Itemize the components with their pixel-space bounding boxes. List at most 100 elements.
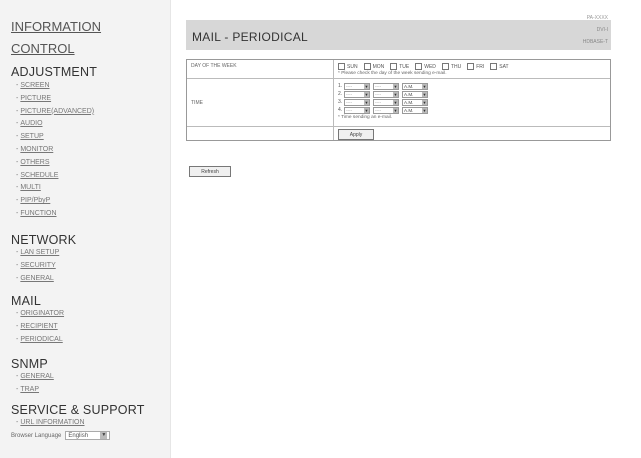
- list-bullet: -: [16, 158, 19, 166]
- list-bullet: -: [16, 184, 19, 192]
- day-checkbox-tue[interactable]: TUE: [390, 63, 409, 70]
- sidebar-item-label: URL INFORMATION: [20, 419, 85, 426]
- time-row: 4. ---- ▼ ---- ▼ A.M. ▼: [338, 106, 606, 114]
- time-row: 1. ---- ▼ ---- ▼ A.M. ▼: [338, 82, 606, 90]
- time-note: * Time sending an e-mail.: [338, 115, 393, 120]
- sidebar-item-monitor[interactable]: - MONITOR: [16, 146, 53, 153]
- select-value: ----: [346, 99, 353, 105]
- minute-select[interactable]: ---- ▼: [373, 106, 399, 114]
- day-checkbox-fri[interactable]: FRI: [467, 63, 484, 70]
- ampm-select[interactable]: A.M. ▼: [402, 98, 428, 106]
- list-bullet: -: [16, 249, 19, 256]
- day-note: * Please check the day of the week sendi…: [338, 71, 447, 76]
- list-bullet: -: [16, 146, 19, 153]
- day-of-week-label: DAY OF THE WEEK: [187, 60, 334, 78]
- sidebar-item-picture-advanced[interactable]: - PICTURE(ADVANCED): [16, 108, 94, 115]
- sidebar-item-label: PIP/PbyP: [20, 197, 51, 205]
- chevron-down-icon: ▼: [364, 91, 369, 97]
- sidebar-item-label: SETUP: [20, 133, 44, 141]
- sidebar-item-label: MULTI: [20, 184, 41, 192]
- select-value: ----: [375, 83, 382, 89]
- section-title-network: NETWORK: [11, 233, 77, 247]
- sidebar-link-control[interactable]: CONTROL: [11, 41, 75, 56]
- day-checkbox-mon[interactable]: MON: [363, 63, 385, 70]
- sidebar-item-others[interactable]: - OTHERS: [16, 159, 50, 166]
- sidebar-item-url-information[interactable]: - URL INFORMATION: [16, 419, 85, 426]
- day-checkbox-label: TUE: [399, 63, 410, 70]
- day-checkbox-label: MON: [372, 63, 385, 70]
- checkbox-icon: [415, 63, 423, 70]
- section-title-service: SERVICE & SUPPORT: [11, 403, 145, 417]
- table-row: Apply: [187, 127, 610, 140]
- sidebar-item-label: SCREEN: [20, 82, 50, 89]
- list-bullet: -: [16, 335, 19, 343]
- sidebar-item-security[interactable]: - SECURITY: [16, 262, 56, 269]
- sidebar-item-picture[interactable]: - PICTURE: [16, 95, 51, 102]
- section-title-adjustment: ADJUSTMENT: [11, 65, 98, 79]
- chevron-down-icon: ▼: [393, 83, 398, 89]
- day-checkbox-sat[interactable]: SAT: [490, 63, 509, 70]
- refresh-button[interactable]: Refresh: [189, 166, 231, 177]
- day-checkbox-label: FRI: [476, 63, 485, 70]
- day-checkbox-wed[interactable]: WED: [415, 63, 436, 70]
- chevron-down-icon: ▼: [422, 83, 427, 89]
- select-value: ----: [375, 99, 382, 105]
- sidebar-link-information[interactable]: INFORMATION: [11, 19, 101, 34]
- day-checkbox-label: WED: [424, 63, 436, 70]
- list-bullet: -: [16, 171, 19, 179]
- sidebar-item-audio[interactable]: - AUDIO: [16, 120, 43, 127]
- sidebar-item-general[interactable]: - GENERAL: [16, 373, 54, 380]
- main-content: MAIL - PERIODICAL PA-XXXX DVI-I HDBASE-T…: [186, 0, 641, 458]
- sidebar-item-schedule[interactable]: - SCHEDULE: [16, 172, 58, 179]
- chevron-down-icon: ▼: [364, 83, 369, 89]
- select-value: ----: [346, 107, 353, 113]
- sidebar-item-trap[interactable]: - TRAP: [16, 386, 39, 393]
- checkbox-icon: [441, 63, 449, 70]
- list-bullet: -: [16, 310, 19, 317]
- select-value: A.M.: [404, 83, 414, 89]
- hour-select[interactable]: ---- ▼: [344, 82, 370, 90]
- time-label-cell: TIME: [187, 79, 334, 126]
- sidebar-item-multi[interactable]: - MULTI: [16, 184, 41, 191]
- ampm-select[interactable]: A.M. ▼: [402, 106, 428, 114]
- day-checkbox-sun[interactable]: SUN: [338, 63, 358, 70]
- hour-select[interactable]: ---- ▼: [344, 90, 370, 98]
- sidebar-item-recipient[interactable]: - RECIPIENT: [16, 323, 58, 330]
- sidebar-item-originator[interactable]: - ORIGINATOR: [16, 310, 64, 317]
- sidebar-item-setup[interactable]: - SETUP: [16, 133, 44, 140]
- list-bullet: -: [16, 385, 19, 393]
- sidebar-item-label: PICTURE(ADVANCED): [20, 107, 95, 115]
- checkbox-icon: [363, 63, 371, 70]
- select-value: ----: [346, 91, 353, 97]
- time-rows: 1. ---- ▼ ---- ▼ A.M. ▼ 2. ---- ▼ ---- ▼ A.M. ▼ 3. ----…: [338, 82, 606, 114]
- sidebar-item-screen[interactable]: - SCREEN: [16, 82, 50, 89]
- ampm-select[interactable]: A.M. ▼: [402, 90, 428, 98]
- sidebar-item-label: PERIODICAL: [20, 335, 63, 343]
- sidebar-item-label: OTHERS: [20, 158, 50, 166]
- day-checkbox-thu[interactable]: THU: [441, 63, 461, 70]
- select-value: A.M.: [404, 107, 414, 113]
- sidebar-item-label: PICTURE: [20, 94, 52, 102]
- sidebar-item-lan-setup[interactable]: - LAN SETUP: [16, 249, 59, 256]
- browser-language-label: Browser Language: [11, 432, 62, 439]
- section-title-mail: MAIL: [11, 294, 41, 308]
- hour-select[interactable]: ---- ▼: [344, 98, 370, 106]
- apply-button[interactable]: Apply: [338, 129, 374, 140]
- ampm-select[interactable]: A.M. ▼: [402, 82, 428, 90]
- minute-select[interactable]: ---- ▼: [373, 98, 399, 106]
- list-bullet: -: [16, 210, 19, 217]
- day-checkbox-label: SUN: [347, 63, 358, 70]
- sidebar-item-label: SECURITY: [20, 261, 56, 269]
- sidebar-item-function[interactable]: - FUNCTION: [16, 210, 57, 217]
- sidebar-item-periodical[interactable]: - PERIODICAL: [16, 336, 63, 343]
- browser-language-value: English: [68, 432, 89, 439]
- minute-select[interactable]: ---- ▼: [373, 90, 399, 98]
- browser-language-select[interactable]: English ▼: [65, 431, 111, 440]
- select-value: ----: [375, 91, 382, 97]
- chevron-down-icon: ▼: [393, 107, 398, 113]
- hour-select[interactable]: ---- ▼: [344, 106, 370, 114]
- minute-select[interactable]: ---- ▼: [373, 82, 399, 90]
- checkbox-icon: [467, 63, 475, 70]
- sidebar-item-pip-pbyp[interactable]: - PIP/PbyP: [16, 197, 50, 204]
- sidebar-item-general[interactable]: - GENERAL: [16, 275, 54, 282]
